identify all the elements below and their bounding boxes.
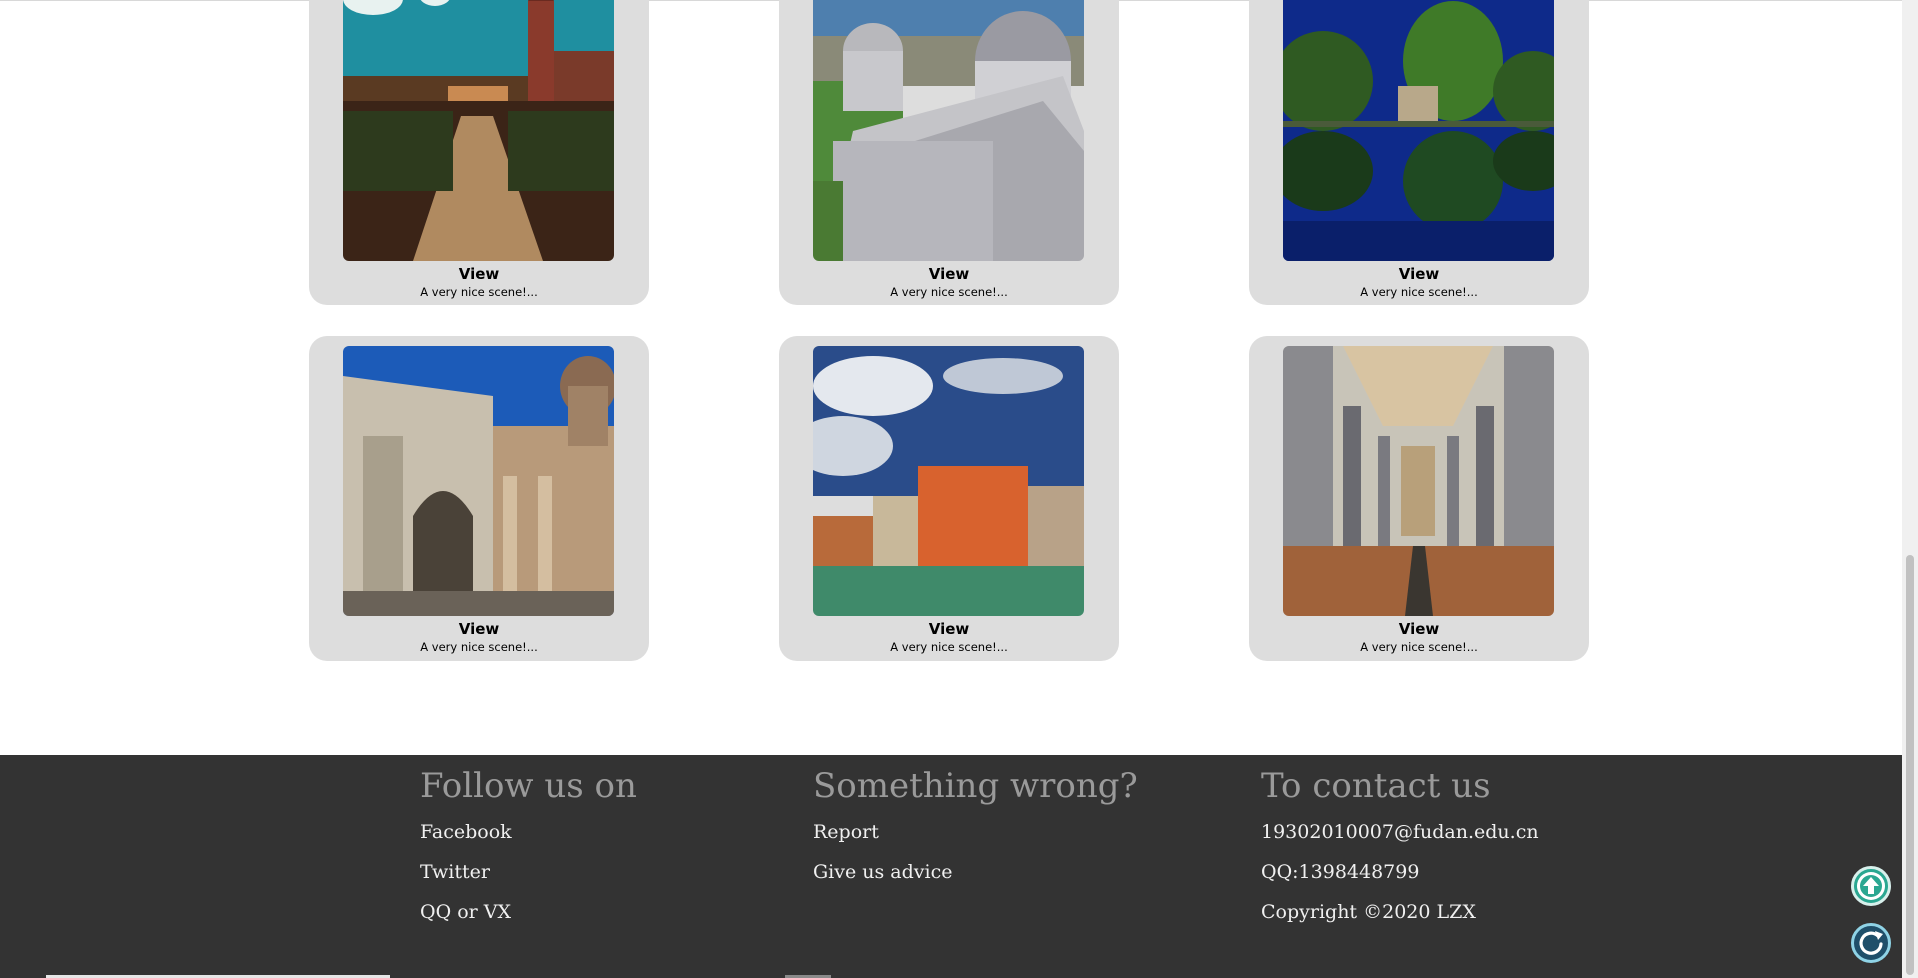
gallery-section: View A very nice scene!... View A very n…	[0, 0, 1902, 755]
footer-heading: Something wrong?	[813, 766, 1138, 806]
site-footer: Follow us on Facebook Twitter QQ or VX S…	[0, 755, 1902, 978]
photo-card: View A very nice scene!...	[1249, 336, 1589, 661]
view-link[interactable]: View	[1249, 620, 1589, 638]
photo-card: View A very nice scene!...	[779, 0, 1119, 305]
photo-card: View A very nice scene!...	[1249, 0, 1589, 305]
footer-wrong-column: Something wrong? Report Give us advice	[813, 755, 1138, 892]
footer-follow-column: Follow us on Facebook Twitter QQ or VX	[420, 755, 637, 932]
photo-card: View A very nice scene!...	[309, 336, 649, 661]
photo-card: View A very nice scene!...	[309, 0, 649, 305]
photo-description: A very nice scene!...	[420, 640, 538, 654]
advice-link[interactable]: Give us advice	[813, 852, 1138, 892]
refresh-icon	[1859, 931, 1883, 955]
scrollbar-thumb[interactable]	[1906, 555, 1914, 975]
photo-card: View A very nice scene!...	[779, 336, 1119, 661]
qq-vx-link[interactable]: QQ or VX	[420, 892, 637, 932]
page-scrollbar[interactable]	[1902, 0, 1918, 978]
twitter-link[interactable]: Twitter	[420, 852, 637, 892]
back-to-top-button[interactable]	[1851, 866, 1891, 906]
facebook-link[interactable]: Facebook	[420, 812, 637, 852]
contact-email: 19302010007@fudan.edu.cn	[1261, 821, 1539, 843]
copyright-text: Copyright ©2020 LZX	[1261, 901, 1476, 923]
view-link[interactable]: View	[779, 265, 1119, 283]
contact-qq: QQ:1398448799	[1261, 861, 1420, 883]
view-link[interactable]: View	[1249, 265, 1589, 283]
footer-contact-column: To contact us 19302010007@fudan.edu.cn Q…	[1261, 755, 1539, 932]
photo-roman-arch[interactable]	[343, 346, 614, 616]
photo-lake-temple[interactable]	[1283, 0, 1554, 261]
photo-basilica-interior[interactable]	[1283, 346, 1554, 616]
photo-venice-canal[interactable]	[813, 346, 1084, 616]
photo-description: A very nice scene!...	[1360, 285, 1478, 299]
footer-heading: To contact us	[1261, 766, 1491, 806]
view-link[interactable]: View	[309, 265, 649, 283]
arrow-up-circle-icon	[1857, 872, 1885, 900]
view-link[interactable]: View	[309, 620, 649, 638]
photo-garden-church[interactable]	[343, 0, 614, 261]
view-link[interactable]: View	[779, 620, 1119, 638]
photo-description: A very nice scene!...	[1360, 640, 1478, 654]
photo-description: A very nice scene!...	[890, 640, 1008, 654]
refresh-button[interactable]	[1851, 923, 1891, 963]
photo-description: A very nice scene!...	[890, 285, 1008, 299]
photo-pisa-cathedral[interactable]	[813, 0, 1084, 261]
photo-description: A very nice scene!...	[420, 285, 538, 299]
report-link[interactable]: Report	[813, 812, 1138, 852]
footer-heading: Follow us on	[420, 766, 637, 806]
